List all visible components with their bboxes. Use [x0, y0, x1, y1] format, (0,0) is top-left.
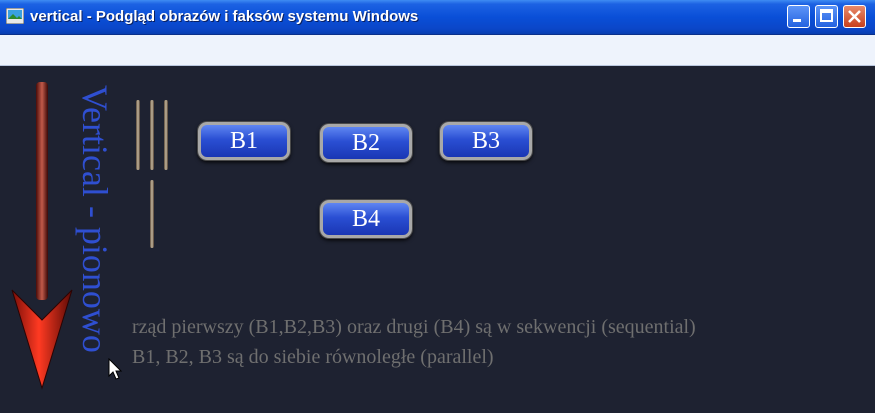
image-viewer-window: vertical - Podgląd obrazów i faksów syst… — [0, 0, 875, 413]
title-bar[interactable]: vertical - Podgląd obrazów i faksów syst… — [0, 0, 875, 35]
b1-button: B1 — [198, 122, 290, 160]
vertical-label: Vertical - pionowo — [75, 85, 115, 353]
maximize-button[interactable] — [815, 5, 838, 28]
description-line-2: B1, B2, B3 są do siebie równoległe (para… — [132, 346, 494, 368]
window-title: vertical - Podgląd obrazów i faksów syst… — [30, 8, 419, 25]
maximize-icon — [820, 9, 833, 22]
b2-button: B2 — [320, 124, 412, 162]
minimize-icon — [793, 19, 801, 22]
close-icon — [848, 10, 861, 23]
close-button[interactable] — [843, 5, 866, 28]
connector-bar — [150, 100, 154, 170]
b3-button: B3 — [440, 122, 532, 160]
toolbar — [0, 35, 875, 66]
connector-bar — [164, 100, 168, 170]
image-viewer-icon — [6, 8, 24, 24]
description-line-1: rząd pierwszy (B1,B2,B3) oraz drugi (B4)… — [132, 316, 696, 338]
connector-bar — [136, 100, 140, 170]
connector-bar — [150, 180, 154, 248]
mouse-cursor-icon — [108, 358, 123, 380]
minimize-button[interactable] — [787, 5, 810, 28]
b4-button: B4 — [320, 200, 412, 238]
down-arrow-icon — [11, 82, 73, 390]
